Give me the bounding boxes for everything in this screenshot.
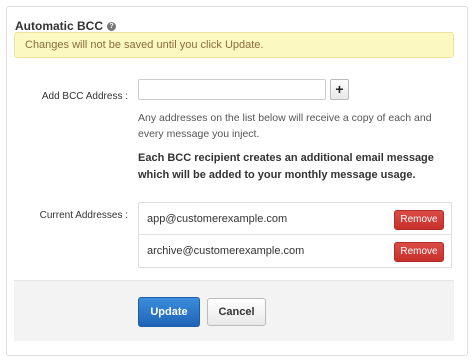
address-email: archive@customerexample.com <box>147 245 305 257</box>
bcc-usage-warning: Each BCC recipient creates an additional… <box>138 152 434 181</box>
update-button[interactable]: Update <box>138 297 200 327</box>
question-circle-icon[interactable]: ? <box>107 21 117 31</box>
panel-title: Automatic BCC <box>15 19 104 33</box>
form-footer: Update Cancel <box>14 280 454 341</box>
remove-address-button[interactable]: Remove <box>394 210 444 230</box>
current-addresses-label: Current Addresses : <box>39 210 128 221</box>
address-email: app@customerexample.com <box>147 213 288 225</box>
address-row: archive@customerexample.com Remove <box>139 237 451 267</box>
add-address-button[interactable]: + <box>330 79 349 100</box>
unsaved-changes-alert: Changes will not be saved until you clic… <box>14 32 454 58</box>
bcc-help-text: Any addresses on the list below will rec… <box>138 112 432 140</box>
remove-address-button[interactable]: Remove <box>394 242 444 262</box>
panel-heading: Automatic BCC ? <box>15 19 117 33</box>
add-bcc-label: Add BCC Address : <box>41 91 128 102</box>
cancel-button[interactable]: Cancel <box>207 298 266 326</box>
current-addresses-list: app@customerexample.com Remove archive@c… <box>138 202 452 268</box>
bcc-address-input[interactable] <box>138 79 326 100</box>
address-row: app@customerexample.com Remove <box>139 205 451 235</box>
